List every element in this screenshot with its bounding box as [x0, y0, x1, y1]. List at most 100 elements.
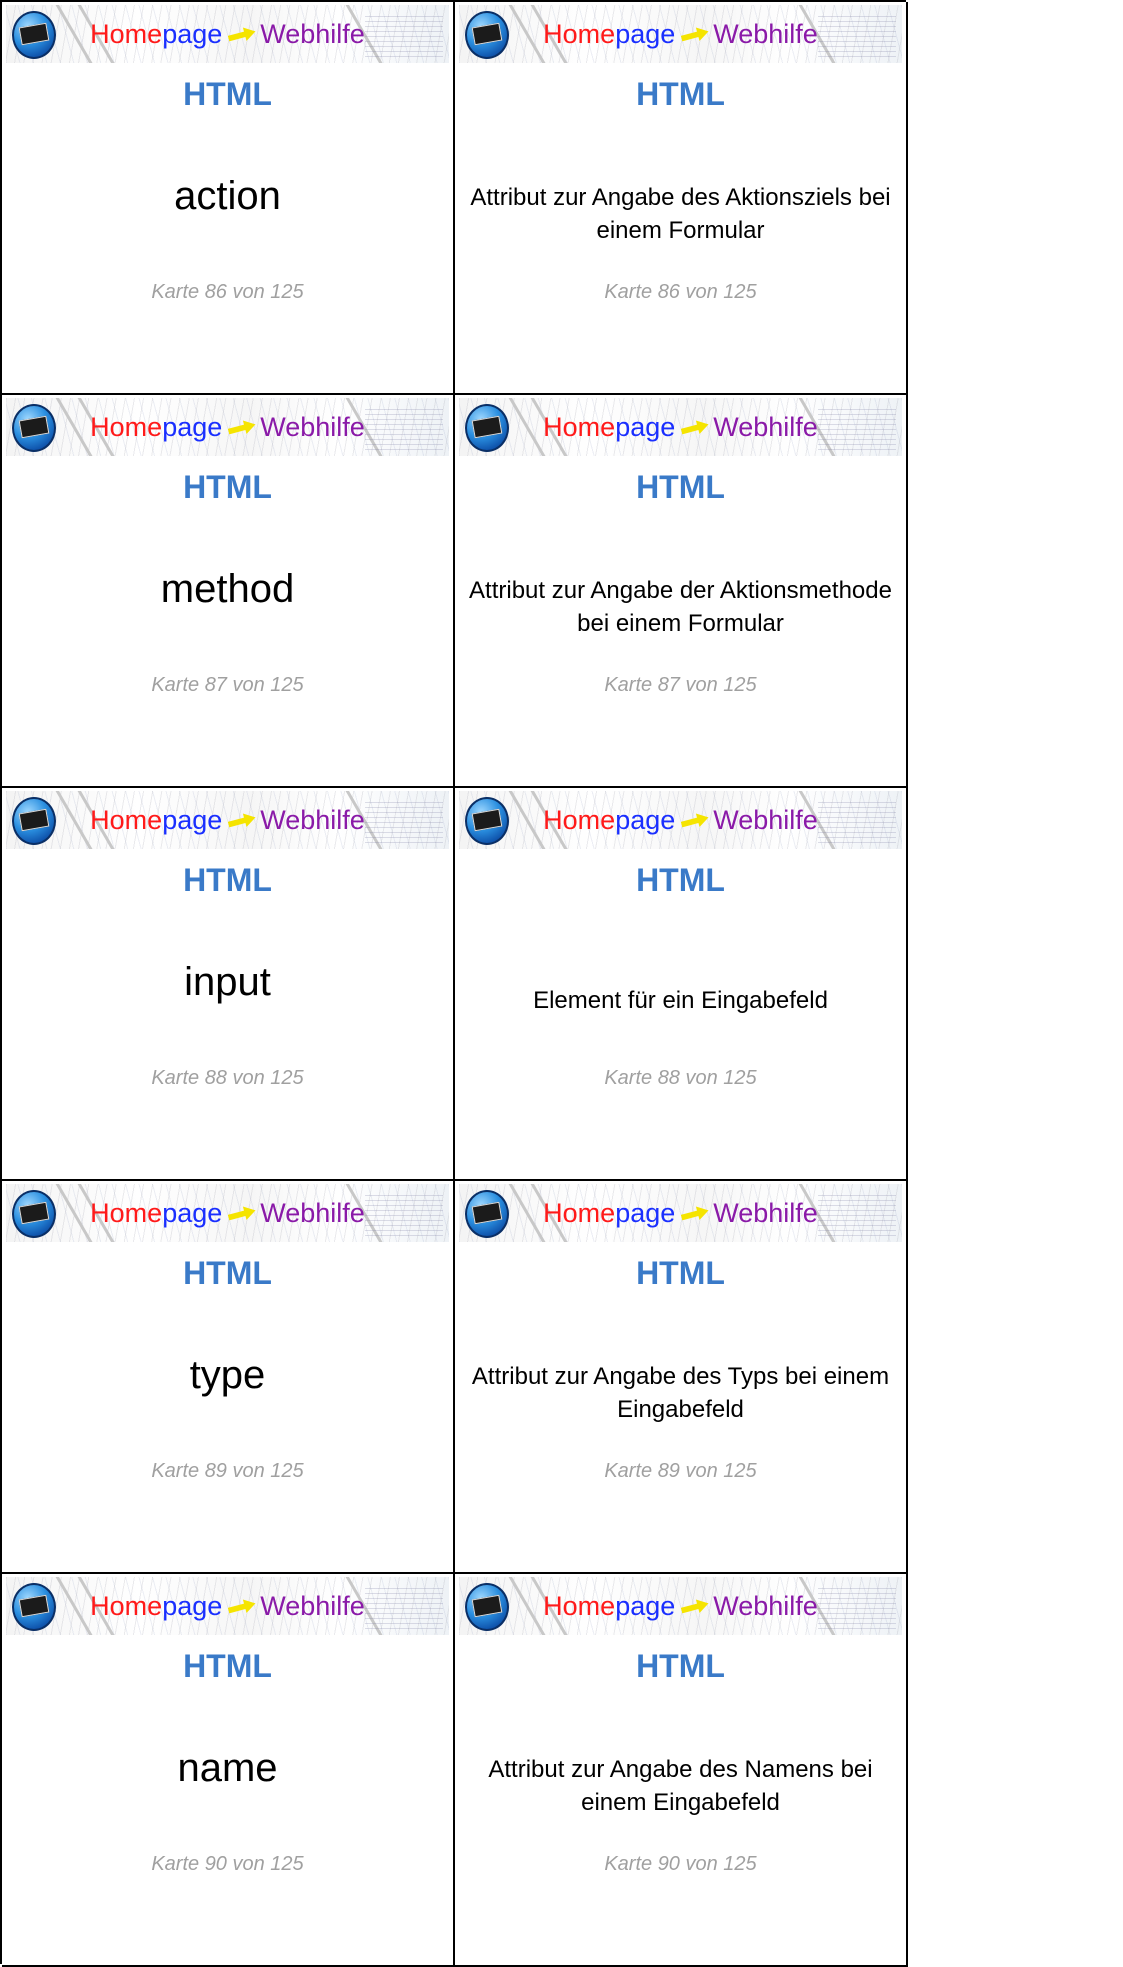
flashcard-back: Homepage Webhilfe HTML Element für ein Ei… — [455, 788, 908, 1181]
brand-page-text: page — [162, 1591, 223, 1621]
brand-title: Homepage Webhilfe — [6, 1590, 449, 1622]
card-definition: Attribut zur Angabe des Namens bei einem… — [467, 1736, 894, 1836]
card-term: method — [160, 567, 295, 611]
brand-webhilfe-text: Webhilfe — [713, 412, 818, 442]
brand-webhilfe-text: Webhilfe — [713, 19, 818, 49]
flashcard-grid: Homepage Webhilfe HTML action Karte 86 vo… — [0, 0, 908, 1967]
card-counter: Karte 89 von 125 — [151, 1460, 304, 1482]
arrow-icon — [227, 1203, 258, 1224]
brand-page-text: page — [162, 19, 223, 49]
brand-webhilfe-text: Webhilfe — [260, 412, 365, 442]
card-term: input — [184, 960, 271, 1004]
card-counter: Karte 86 von 125 — [151, 281, 304, 303]
arrow-icon — [227, 810, 258, 831]
brand-home-text: Home — [90, 19, 163, 49]
brand-page-text: page — [162, 1198, 223, 1228]
card-term: name — [177, 1746, 278, 1790]
brand-banner: Homepage Webhilfe — [459, 398, 902, 456]
flashcard-back: Homepage Webhilfe HTML Attribut zur Angab… — [455, 1181, 908, 1574]
brand-page-text: page — [615, 412, 676, 442]
flashcard-back: Homepage Webhilfe HTML Attribut zur Angab… — [455, 1574, 908, 1967]
flashcard-front: Homepage Webhilfe HTML name Karte 90 von … — [2, 1574, 455, 1967]
card-term: type — [189, 1353, 266, 1397]
flashcard-back: Homepage Webhilfe HTML Attribut zur Angab… — [455, 2, 908, 395]
brand-title: Homepage Webhilfe — [459, 804, 902, 836]
flashcard-sheet: Homepage Webhilfe HTML action Karte 86 vo… — [0, 0, 1123, 1967]
card-subject: HTML — [636, 1648, 725, 1684]
brand-home-text: Home — [543, 1198, 616, 1228]
brand-webhilfe-text: Webhilfe — [713, 1198, 818, 1228]
brand-page-text: page — [615, 19, 676, 49]
arrow-icon — [227, 417, 258, 438]
brand-home-text: Home — [90, 805, 163, 835]
card-subject: HTML — [183, 1648, 272, 1684]
brand-banner: Homepage Webhilfe — [459, 1577, 902, 1635]
flashcard-front: Homepage Webhilfe HTML input Karte 88 von… — [2, 788, 455, 1181]
card-definition: Attribut zur Angabe der Aktionsmethode b… — [467, 557, 894, 657]
card-subject: HTML — [183, 862, 272, 898]
card-counter: Karte 90 von 125 — [604, 1853, 757, 1875]
arrow-icon — [680, 417, 711, 438]
arrow-icon — [680, 810, 711, 831]
brand-banner: Homepage Webhilfe — [6, 791, 449, 849]
flashcard-front: Homepage Webhilfe HTML type Karte 89 von … — [2, 1181, 455, 1574]
card-counter: Karte 90 von 125 — [151, 1853, 304, 1875]
brand-banner: Homepage Webhilfe — [6, 1577, 449, 1635]
brand-page-text: page — [162, 805, 223, 835]
brand-banner: Homepage Webhilfe — [6, 5, 449, 63]
brand-title: Homepage Webhilfe — [459, 1590, 902, 1622]
brand-home-text: Home — [90, 1198, 163, 1228]
brand-home-text: Home — [543, 805, 616, 835]
brand-title: Homepage Webhilfe — [459, 18, 902, 50]
card-definition: Attribut zur Angabe des Aktionsziels bei… — [467, 164, 894, 264]
brand-webhilfe-text: Webhilfe — [260, 19, 365, 49]
brand-webhilfe-text: Webhilfe — [713, 1591, 818, 1621]
flashcard-front: Homepage Webhilfe HTML method Karte 87 vo… — [2, 395, 455, 788]
card-definition-text: Element für ein Eingabefeld — [533, 986, 828, 1014]
card-definition-text: Attribut zur Angabe des Namens bei einem… — [488, 1756, 873, 1816]
brand-home-text: Home — [543, 1591, 616, 1621]
brand-title: Homepage Webhilfe — [459, 411, 902, 443]
card-definition: Element für ein Eingabefeld — [467, 950, 894, 1050]
flashcard-row: Homepage Webhilfe HTML method Karte 87 vo… — [2, 395, 908, 788]
card-definition-text: Attribut zur Angabe des Typs bei einem E… — [471, 1363, 890, 1423]
brand-home-text: Home — [543, 19, 616, 49]
card-subject: HTML — [183, 76, 272, 112]
brand-page-text: page — [615, 805, 676, 835]
flashcard-row: Homepage Webhilfe HTML input Karte 88 von… — [2, 788, 908, 1181]
brand-webhilfe-text: Webhilfe — [260, 805, 365, 835]
card-counter: Karte 87 von 125 — [604, 674, 757, 696]
flashcard-row: Homepage Webhilfe HTML type Karte 89 von … — [2, 1181, 908, 1574]
card-subject: HTML — [183, 1255, 272, 1291]
flashcard-back: Homepage Webhilfe HTML Attribut zur Angab… — [455, 395, 908, 788]
brand-page-text: page — [615, 1198, 676, 1228]
card-subject: HTML — [636, 469, 725, 505]
card-definition-text: Attribut zur Angabe des Aktionsziels bei… — [470, 184, 891, 244]
arrow-icon — [680, 24, 711, 45]
brand-banner: Homepage Webhilfe — [459, 1184, 902, 1242]
card-subject: HTML — [183, 469, 272, 505]
card-subject: HTML — [636, 1255, 725, 1291]
card-counter: Karte 88 von 125 — [151, 1067, 304, 1089]
card-counter: Karte 86 von 125 — [604, 281, 757, 303]
card-term: action — [174, 174, 281, 218]
flashcard-row: Homepage Webhilfe HTML name Karte 90 von … — [2, 1574, 908, 1967]
card-subject: HTML — [636, 862, 725, 898]
brand-title: Homepage Webhilfe — [6, 1197, 449, 1229]
brand-webhilfe-text: Webhilfe — [260, 1198, 365, 1228]
brand-webhilfe-text: Webhilfe — [260, 1591, 365, 1621]
card-definition: Attribut zur Angabe des Typs bei einem E… — [467, 1343, 894, 1443]
brand-banner: Homepage Webhilfe — [459, 791, 902, 849]
card-definition-text: Attribut zur Angabe der Aktionsmethode b… — [469, 577, 892, 637]
brand-page-text: page — [162, 412, 223, 442]
brand-home-text: Home — [543, 412, 616, 442]
flashcard-front: Homepage Webhilfe HTML action Karte 86 vo… — [2, 2, 455, 395]
brand-home-text: Home — [90, 1591, 163, 1621]
brand-banner: Homepage Webhilfe — [459, 5, 902, 63]
brand-home-text: Home — [90, 412, 163, 442]
brand-title: Homepage Webhilfe — [6, 804, 449, 836]
brand-banner: Homepage Webhilfe — [6, 398, 449, 456]
flashcard-row: Homepage Webhilfe HTML action Karte 86 vo… — [2, 2, 908, 395]
arrow-icon — [680, 1596, 711, 1617]
brand-title: Homepage Webhilfe — [459, 1197, 902, 1229]
